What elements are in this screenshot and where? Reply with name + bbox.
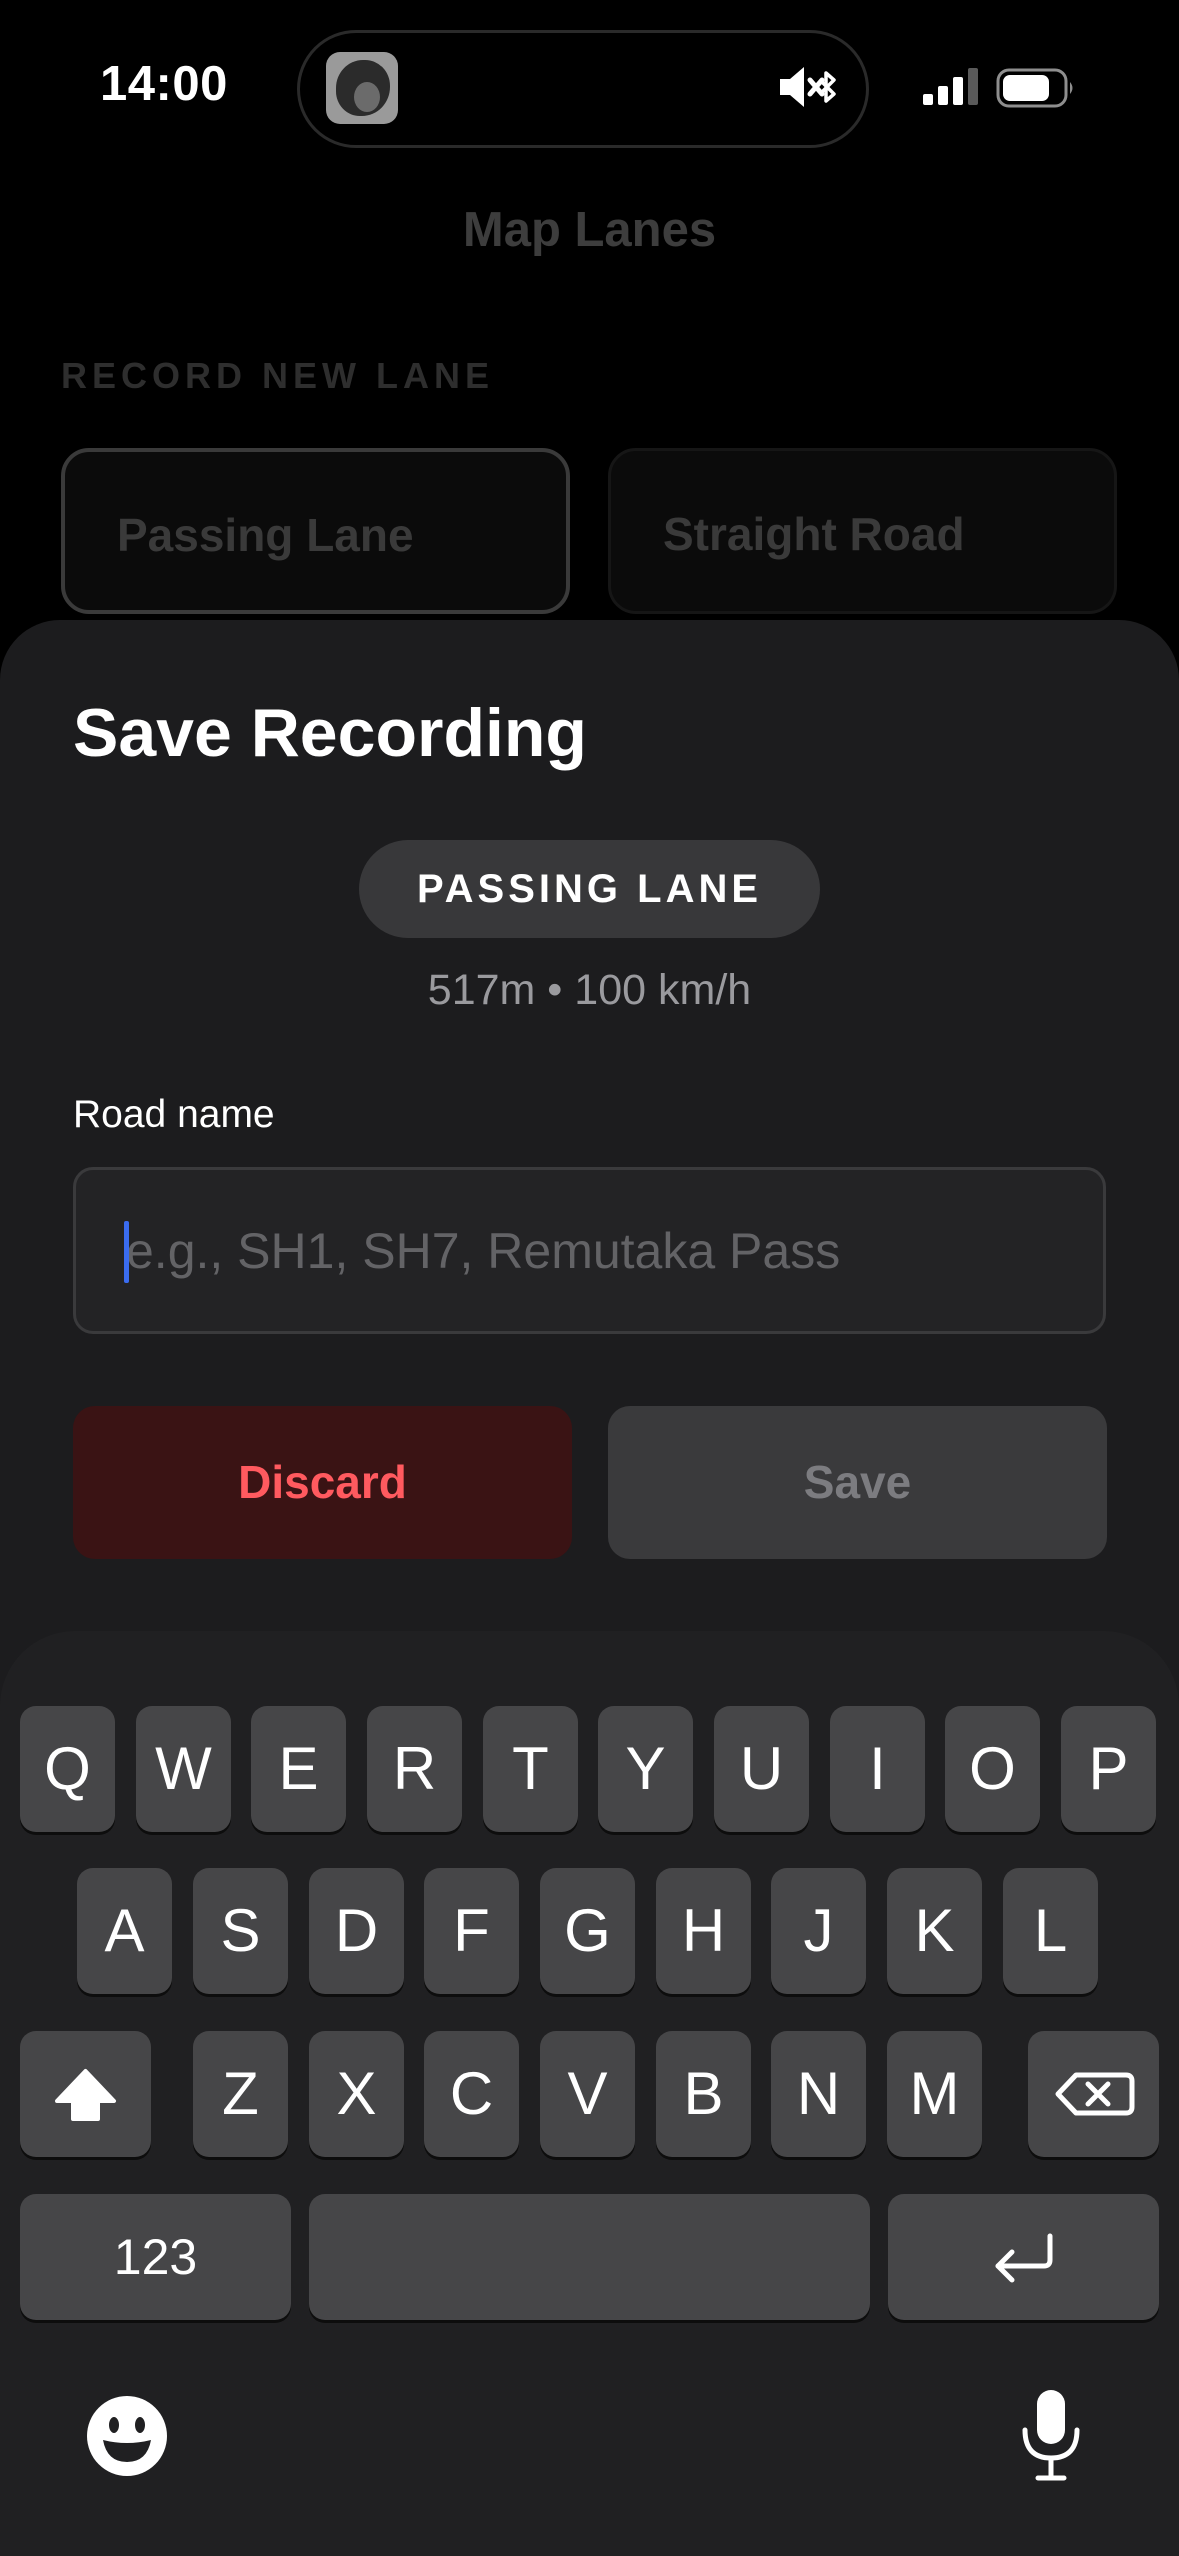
- key-y[interactable]: Y: [598, 1706, 693, 1832]
- backspace-key[interactable]: [1028, 2031, 1159, 2157]
- road-name-label: Road name: [73, 1093, 275, 1136]
- shift-icon: [55, 2069, 116, 2121]
- card-label: Passing Lane: [117, 509, 414, 561]
- key-x[interactable]: X: [309, 2031, 404, 2157]
- microphone-icon: [1022, 2390, 1080, 2481]
- road-name-input[interactable]: [126, 1170, 1066, 1331]
- key-m[interactable]: M: [887, 2031, 982, 2157]
- numbers-key[interactable]: 123: [20, 2194, 291, 2320]
- key-e[interactable]: E: [251, 1706, 346, 1832]
- cellular-signal-icon: [922, 66, 980, 106]
- save-button[interactable]: Save: [608, 1406, 1107, 1559]
- key-p[interactable]: P: [1061, 1706, 1156, 1832]
- key-h[interactable]: H: [656, 1868, 751, 1994]
- straight-road-card[interactable]: Straight Road: [608, 448, 1117, 614]
- battery-icon: [996, 68, 1076, 108]
- key-j[interactable]: J: [771, 1868, 866, 1994]
- key-l[interactable]: L: [1003, 1868, 1098, 1994]
- discard-button[interactable]: Discard: [73, 1406, 572, 1559]
- road-name-field-container[interactable]: [73, 1167, 1106, 1334]
- key-q[interactable]: Q: [20, 1706, 115, 1832]
- key-s[interactable]: S: [193, 1868, 288, 1994]
- recording-meta: 517m • 100 km/h: [427, 966, 752, 1014]
- key-b[interactable]: B: [656, 2031, 751, 2157]
- key-r[interactable]: R: [367, 1706, 462, 1832]
- keyboard: Q W E R T Y U I O P A S D F G H J K L Z …: [0, 1631, 1179, 2556]
- emoji-icon: [87, 2396, 167, 2476]
- key-n[interactable]: N: [771, 2031, 866, 2157]
- space-key[interactable]: [309, 2194, 870, 2320]
- sheet-title: Save Recording: [73, 695, 587, 771]
- speaker-muted-icon: [776, 62, 840, 112]
- key-u[interactable]: U: [714, 1706, 809, 1832]
- text-caret: [124, 1221, 129, 1283]
- shift-key[interactable]: [20, 2031, 151, 2157]
- key-w[interactable]: W: [136, 1706, 231, 1832]
- screen-title: Map Lanes: [462, 203, 717, 257]
- emoji-key[interactable]: [85, 2394, 169, 2478]
- key-f[interactable]: F: [424, 1868, 519, 1994]
- key-d[interactable]: D: [309, 1868, 404, 1994]
- return-key[interactable]: [888, 2194, 1159, 2320]
- section-label: RECORD NEW LANE: [61, 355, 494, 396]
- key-g[interactable]: G: [540, 1868, 635, 1994]
- now-playing-artwork[interactable]: [326, 52, 398, 124]
- key-t[interactable]: T: [483, 1706, 578, 1832]
- key-c[interactable]: C: [424, 2031, 519, 2157]
- lane-type-badge: PASSING LANE: [359, 840, 820, 938]
- backspace-icon: [1055, 2072, 1135, 2116]
- card-label: Straight Road: [663, 508, 965, 560]
- key-v[interactable]: V: [540, 2031, 635, 2157]
- status-time: 14:00: [100, 57, 228, 111]
- dictation-key[interactable]: [1018, 2388, 1084, 2484]
- key-o[interactable]: O: [945, 1706, 1040, 1832]
- key-i[interactable]: I: [830, 1706, 925, 1832]
- key-z[interactable]: Z: [193, 2031, 288, 2157]
- return-icon: [995, 2233, 1053, 2283]
- key-k[interactable]: K: [887, 1868, 982, 1994]
- passing-lane-card[interactable]: Passing Lane: [61, 448, 570, 614]
- key-a[interactable]: A: [77, 1868, 172, 1994]
